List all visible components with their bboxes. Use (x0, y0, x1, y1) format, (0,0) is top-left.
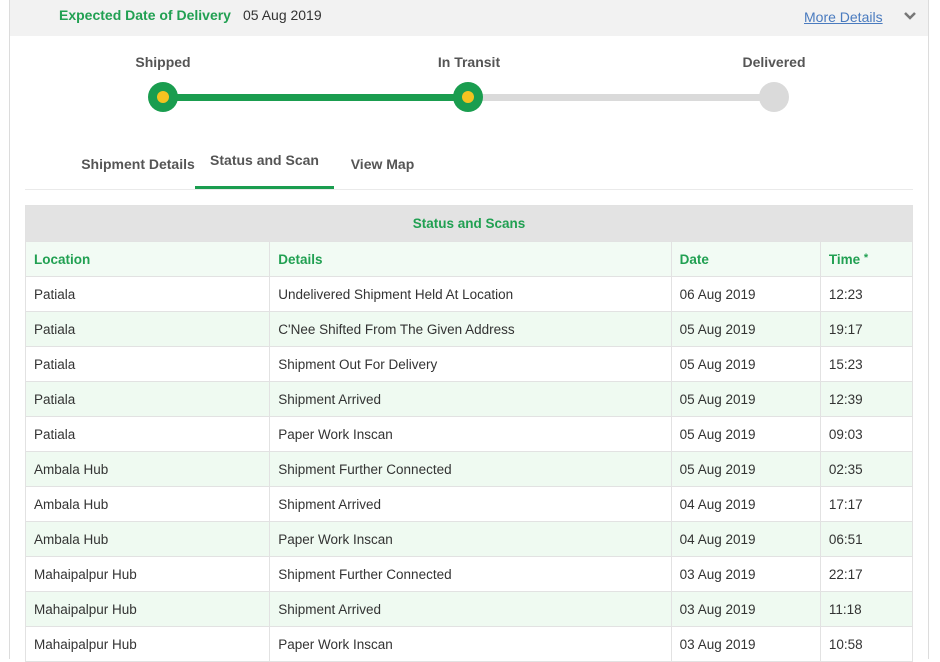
details-cell: Shipment Arrived (269, 486, 672, 522)
details-cell: Shipment Further Connected (269, 451, 672, 487)
step-label-delivered: Delivered (742, 54, 806, 70)
tab-label: View Map (350, 156, 415, 172)
tab-label: Status and Scan (210, 152, 319, 168)
table-row: Mahaipalpur Hub Shipment Arrived 03 Aug 20… (24, 591, 914, 627)
time-footnote-marker: * (863, 251, 869, 264)
location-cell: Ambala Hub (24, 486, 271, 522)
table-row: Mahaipalpur Hub Paper Work Inscan 03 Aug 2… (24, 626, 914, 662)
time-cell: 11:18 (819, 591, 914, 627)
table-header-row: Location Details Date Time * (24, 241, 914, 277)
details-cell: Undelivered Shipment Held At Location (269, 276, 672, 312)
time-cell: 10:58 (819, 626, 914, 662)
tab-label: Shipment Details (81, 156, 195, 172)
location-cell: Ambala Hub (24, 451, 271, 487)
step-label-in-transit: In Transit (437, 54, 501, 70)
date-cell: 05 Aug 2019 (670, 381, 821, 417)
time-cell: 22:17 (819, 556, 914, 592)
time-cell: 19:17 (819, 311, 914, 347)
column-header-details: Details (269, 241, 672, 277)
details-tabs: Shipment Details Status and Scan View Ma… (25, 140, 913, 190)
date-cell: 06 Aug 2019 (670, 276, 821, 312)
status-scans-table: Status and Scans Location Details Date T… (24, 205, 914, 662)
time-cell: 06:51 (819, 521, 914, 557)
details-cell: Paper Work Inscan (269, 521, 672, 557)
time-cell: 09:03 (819, 416, 914, 452)
expected-delivery-date: 05 Aug 2019 (243, 7, 322, 23)
table-row: Mahaipalpur Hub Shipment Further Connecte… (24, 556, 914, 592)
shipment-panel: Expected Date of Delivery 05 Aug 2019 Mo… (9, 0, 929, 662)
table-row: Ambala Hub Paper Work Inscan 04 Aug 2019 06… (24, 521, 914, 557)
table-row: Patiala Shipment Arrived 05 Aug 2019 12:39 (24, 381, 914, 417)
column-header-location: Location (24, 241, 271, 277)
chevron-down-icon[interactable] (902, 8, 918, 24)
column-header-time: Time * (819, 241, 914, 277)
date-cell: 03 Aug 2019 (670, 626, 821, 662)
date-cell: 05 Aug 2019 (670, 451, 821, 487)
progress-track-segment-2 (469, 94, 774, 101)
progress-track-segment-1 (163, 94, 469, 101)
delivery-header: Expected Date of Delivery 05 Aug 2019 Mo… (10, 0, 928, 36)
location-cell: Ambala Hub (24, 521, 271, 557)
table-row: Patiala Shipment Out For Delivery 05 Aug 2… (24, 346, 914, 382)
more-details-link[interactable]: More Details (804, 9, 883, 25)
time-cell: 15:23 (819, 346, 914, 382)
date-cell: 05 Aug 2019 (670, 311, 821, 347)
time-cell: 17:17 (819, 486, 914, 522)
table-body: Patiala Undelivered Shipment Held At Loca… (24, 276, 914, 662)
table-row: Patiala Undelivered Shipment Held At Loca… (24, 276, 914, 312)
tab-status-and-scan[interactable]: Status and Scan (195, 140, 334, 189)
tab-view-map[interactable]: View Map (340, 140, 425, 188)
table-row: Patiala C'Nee Shifted From The Given Addr… (24, 311, 914, 347)
step-label-shipped: Shipped (135, 54, 191, 70)
time-cell: 12:39 (819, 381, 914, 417)
details-cell: C'Nee Shifted From The Given Address (269, 311, 672, 347)
details-cell: Paper Work Inscan (269, 626, 672, 662)
table-row: Ambala Hub Shipment Arrived 04 Aug 2019 17:… (24, 486, 914, 522)
location-cell: Patiala (24, 416, 271, 452)
time-cell: 12:23 (819, 276, 914, 312)
step-node-shipped (148, 82, 178, 112)
date-cell: 05 Aug 2019 (670, 416, 821, 452)
details-cell: Shipment Arrived (269, 591, 672, 627)
table-row: Ambala Hub Shipment Further Connected 05 A… (24, 451, 914, 487)
table-row: Patiala Paper Work Inscan 05 Aug 2019 09:03 (24, 416, 914, 452)
table-caption: Status and Scans (25, 205, 913, 242)
location-cell: Mahaipalpur Hub (24, 626, 271, 662)
date-cell: 05 Aug 2019 (670, 346, 821, 382)
time-header-label: Time (828, 251, 861, 267)
date-cell: 04 Aug 2019 (670, 521, 821, 557)
location-cell: Patiala (24, 311, 271, 347)
time-cell: 02:35 (819, 451, 914, 487)
details-cell: Shipment Arrived (269, 381, 672, 417)
details-cell: Paper Work Inscan (269, 416, 672, 452)
location-cell: Mahaipalpur Hub (24, 556, 271, 592)
step-node-in-transit (453, 82, 483, 112)
location-cell: Patiala (24, 276, 271, 312)
date-cell: 04 Aug 2019 (670, 486, 821, 522)
location-cell: Mahaipalpur Hub (24, 591, 271, 627)
step-node-delivered (759, 82, 789, 112)
location-cell: Patiala (24, 381, 271, 417)
details-cell: Shipment Further Connected (269, 556, 672, 592)
date-cell: 03 Aug 2019 (670, 591, 821, 627)
details-cell: Shipment Out For Delivery (269, 346, 672, 382)
location-cell: Patiala (24, 346, 271, 382)
column-header-date: Date (670, 241, 821, 277)
date-cell: 03 Aug 2019 (670, 556, 821, 592)
expected-delivery-label: Expected Date of Delivery (59, 7, 231, 23)
